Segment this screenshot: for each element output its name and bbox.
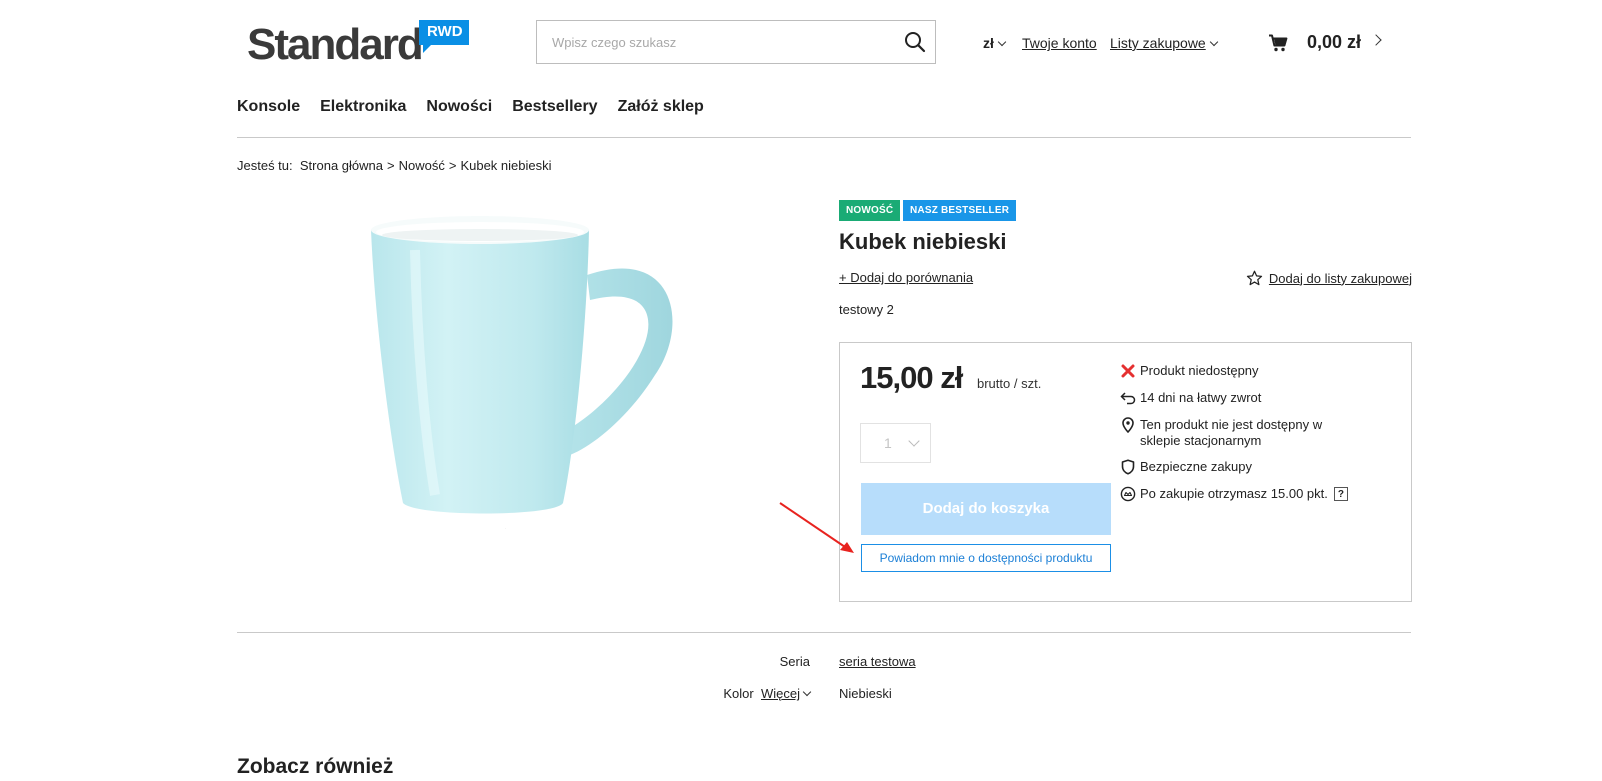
nav-item-zaloz-sklep[interactable]: Załóż sklep (618, 96, 704, 118)
notify-availability-button[interactable]: Powiadom mnie o dostępności produktu (861, 544, 1111, 572)
specs-divider (237, 632, 1411, 633)
x-icon (1121, 364, 1135, 378)
return-icon (1120, 392, 1136, 405)
spec-color-label-group: Kolor Więcej (723, 686, 812, 701)
see-also-heading: Zobacz również (237, 755, 394, 778)
points-icon (1120, 486, 1136, 502)
breadcrumb-separator-icon: > (448, 158, 457, 173)
add-to-compare-link[interactable]: + Dodaj do porównania (839, 270, 973, 285)
product-price: 15,00 zł (860, 360, 963, 395)
logo-text: Standard (247, 20, 424, 69)
chevron-down-icon (1209, 37, 1218, 47)
spec-series-value[interactable]: seria testowa (839, 654, 916, 669)
star-icon (1246, 270, 1263, 286)
search-icon[interactable] (903, 30, 927, 54)
search-box (536, 20, 936, 64)
feature-secure: Bezpieczne zakupy (1121, 459, 1350, 475)
chevron-down-icon (908, 435, 920, 447)
spec-series-label: Seria (779, 654, 810, 669)
feature-text: Bezpieczne zakupy (1140, 459, 1253, 474)
feature-text: Po zakupie otrzymasz 15.00 pkt. (1140, 486, 1328, 501)
new-badge: NOWOŚĆ (839, 200, 901, 221)
shield-icon (1121, 459, 1135, 475)
feature-text: Ten produkt nie jest dostępny w sklepie … (1140, 417, 1323, 448)
chevron-down-icon (997, 37, 1007, 47)
product-title: Kubek niebieski (839, 229, 1007, 254)
cart-total[interactable]: 0,00 zł (1307, 31, 1361, 53)
shopping-lists-menu[interactable]: Listy zakupowe (1110, 34, 1218, 52)
spec-color-more-link[interactable]: Więcej (761, 686, 800, 701)
chevron-down-icon (802, 687, 812, 697)
search-input[interactable] (537, 21, 892, 63)
logo-badge: RWD (419, 20, 469, 53)
product-short-description: testowy 2 (839, 302, 894, 317)
nav-item-elektronika[interactable]: Elektronika (320, 96, 406, 118)
location-pin-icon (1122, 417, 1134, 433)
bestseller-badge: NASZ BESTSELLER (903, 200, 1017, 221)
breadcrumb-item-home[interactable]: Strona główna (300, 158, 383, 173)
nav-item-nowosci[interactable]: Nowości (426, 96, 492, 118)
watermark-icon: · (505, 526, 506, 531)
quantity-select[interactable]: 1 (860, 423, 931, 463)
add-to-cart-button[interactable]: Dodaj do koszyka (861, 483, 1111, 535)
feature-text: Produkt niedostępny (1140, 363, 1259, 378)
breadcrumb-item-category[interactable]: Nowość (399, 158, 445, 173)
chevron-right-icon[interactable] (1370, 34, 1382, 46)
quantity-value: 1 (884, 435, 892, 451)
feature-text: 14 dni na łatwy zwrot (1140, 390, 1262, 405)
nav-item-bestsellery[interactable]: Bestsellery (512, 96, 597, 118)
annotation-arrow-icon (779, 502, 854, 553)
feature-availability: Produkt niedostępny (1121, 363, 1350, 379)
add-to-wishlist-link[interactable]: Dodaj do listy zakupowej (1246, 270, 1412, 286)
spec-color-value: Niebieski (839, 686, 892, 701)
spec-color-label: Kolor (723, 686, 754, 701)
nav-item-konsole[interactable]: Konsole (237, 96, 300, 118)
account-link[interactable]: Twoje konto (1022, 34, 1097, 52)
feature-store: Ten produkt nie jest dostępny w sklepie … (1122, 417, 1350, 449)
feature-points: Po zakupie otrzymasz 15.00 pkt.? (1120, 486, 1400, 502)
cart-icon[interactable] (1268, 34, 1288, 52)
currency-selector[interactable]: zł (983, 34, 1007, 52)
price-unit: brutto / szt. (977, 376, 1042, 391)
wishlist-label: Dodaj do listy zakupowej (1268, 270, 1412, 286)
currency-label: zł (983, 35, 994, 51)
nav-divider (237, 137, 1411, 138)
breadcrumb-item-current: Kubek niebieski (460, 158, 552, 173)
shopping-lists-label: Listy zakupowe (1110, 35, 1206, 51)
help-icon[interactable]: ? (1333, 487, 1348, 501)
breadcrumb: Jesteś tu: Strona główna > Nowość > Kubek ni… (237, 157, 552, 175)
breadcrumb-prefix: Jesteś tu: (237, 158, 293, 173)
feature-returns: 14 dni na łatwy zwrot (1120, 390, 1350, 406)
product-image[interactable]: · (355, 205, 715, 555)
breadcrumb-separator-icon: > (387, 158, 395, 173)
main-nav: Konsole Elektronika Nowości Bestsellery … (237, 96, 704, 118)
